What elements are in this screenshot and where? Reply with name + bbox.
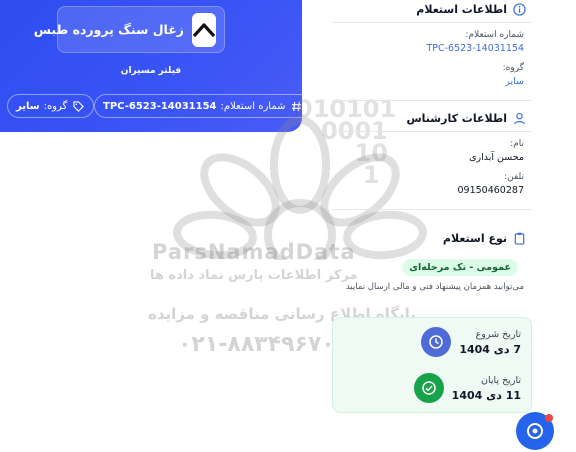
inquiry-info-heading: اطلاعات استعلام <box>416 2 507 16</box>
inquiry-type-heading: نوع استعلام <box>442 231 507 245</box>
start-date-row: تاریخ شروع 7 دی 1404 <box>421 327 521 357</box>
hero-subtitle: فیلتر مسیران <box>120 66 182 76</box>
start-date-text: تاریخ شروع 7 دی 1404 <box>459 329 521 356</box>
chip-group-label: گروه: <box>43 100 68 112</box>
inquiry-number-value: TPC-6523-14031154 <box>426 43 524 54</box>
start-date-value: 7 دی 1404 <box>459 342 521 356</box>
inquiry-type-title: نوع استعلام <box>332 231 532 245</box>
divider <box>332 22 532 23</box>
end-date-text: تاریخ پایان 11 دی 1404 <box>452 375 521 402</box>
inquiry-type-panel: نوع استعلام عمومی - تک مرحله‌ای می‌توانی… <box>332 231 532 293</box>
group-chip: گروه: سایر <box>7 94 95 118</box>
inquiry-group-label: گروه: <box>502 63 524 73</box>
check-circle-icon <box>413 373 444 403</box>
inquiry-info-title: اطلاعات استعلام <box>332 2 532 16</box>
info-icon <box>512 2 526 16</box>
watermark-line1: مرکز اطلاعات پارس نماد داده ها <box>150 268 358 283</box>
end-date-label: تاریخ پایان <box>481 374 521 386</box>
clipboard-icon <box>512 231 526 245</box>
watermark-phone: ۰۲۱-۸۸۳۴۹۶۷۰-۵ <box>178 332 358 357</box>
company-logo-icon <box>192 12 216 47</box>
end-date-row: تاریخ پایان 11 دی 1404 <box>413 373 521 403</box>
tag-icon <box>71 99 85 113</box>
expert-info-panel: اطلاعات کارشناس نام: محسن آبداری تلفن: 0… <box>332 111 532 196</box>
chip-group-value: سایر <box>16 100 40 112</box>
inquiry-number-label: شماره استعلام: <box>465 30 524 40</box>
expert-info-heading: اطلاعات کارشناس <box>406 111 508 125</box>
clock-icon <box>421 327 452 357</box>
divider <box>332 100 532 101</box>
inquiry-info-panel: اطلاعات استعلام شماره استعلام: TPC-6523-… <box>332 2 532 87</box>
notification-dot <box>545 414 553 422</box>
end-date-value: 11 دی 1404 <box>451 388 521 402</box>
expert-name-value: محسن آبداری <box>469 152 524 163</box>
user-icon <box>512 111 526 125</box>
inquiry-group-value: سایر <box>505 76 524 87</box>
inquiry-type-description: می‌توانید همزمان پیشنهاد فنی و مالی ارسا… <box>345 282 524 292</box>
company-name: زغال سنگ پرورده طبس <box>33 22 184 37</box>
expert-info-title: اطلاعات کارشناس <box>332 111 532 125</box>
start-date-label: تاریخ شروع <box>475 328 521 340</box>
divider <box>332 131 532 132</box>
dates-box: تاریخ شروع 7 دی 1404 تاریخ پایان 11 دی 1… <box>332 317 532 413</box>
expert-phone-label: تلفن: <box>504 172 524 182</box>
chat-icon <box>527 423 543 439</box>
divider <box>332 209 532 210</box>
company-card[interactable]: زغال سنگ پرورده طبس <box>34 6 225 53</box>
inquiry-type-badge: عمومی - تک مرحله‌ای <box>402 259 518 276</box>
expert-name-label: نام: <box>510 139 524 149</box>
expert-phone-value[interactable]: 09150460287 <box>332 185 532 196</box>
